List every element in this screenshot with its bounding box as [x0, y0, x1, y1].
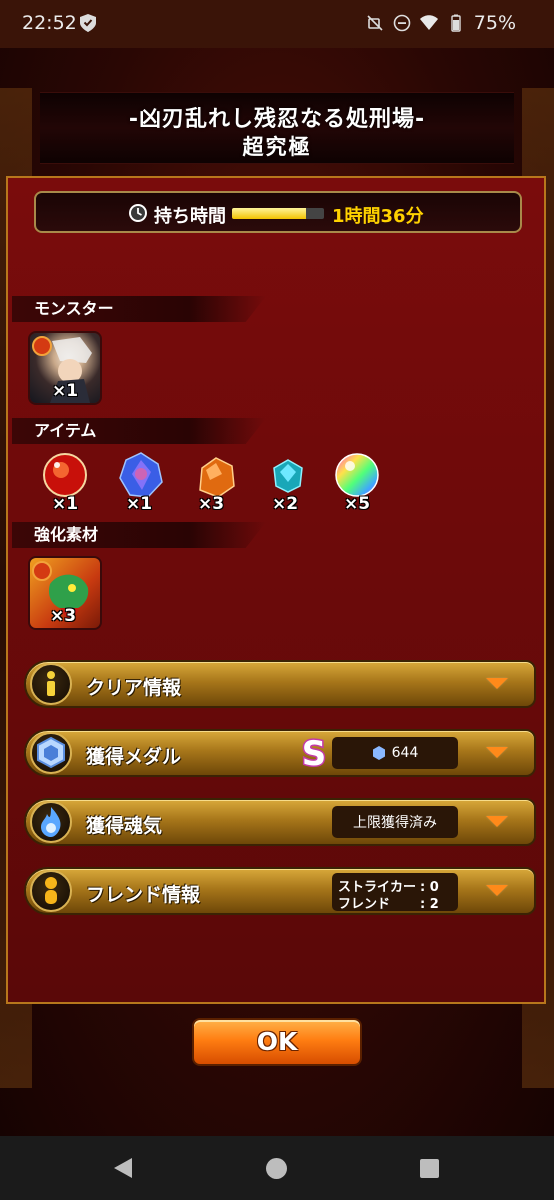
quest-title: -凶刃乱れし残忍なる処刑場-	[128, 107, 426, 132]
medal-count-box: 644	[332, 737, 458, 769]
blue-crystal-icon[interactable]	[118, 452, 164, 498]
item-qty-4: ×2	[272, 494, 299, 514]
red-orb-icon[interactable]	[42, 452, 88, 498]
friend-info-label: フレンド情報	[86, 884, 201, 906]
result-panel: 持ち時間 1時間36分 モンスター ×1 アイテム ×1 ×1 ×3 ×2 ×5…	[6, 176, 546, 1004]
chevron-down-icon[interactable]	[486, 678, 508, 689]
time-limit-bar-fill	[232, 208, 306, 219]
friend-info-row[interactable]: フレンド情報 ストライカー: 0 フレンド: 2	[24, 867, 536, 915]
friend-label: フレンド	[338, 897, 391, 912]
ok-button[interactable]: OK	[192, 1018, 362, 1066]
rank-letter: S	[302, 734, 327, 772]
recents-icon[interactable]	[420, 1159, 439, 1178]
rainbow-orb-icon[interactable]	[334, 452, 380, 498]
friend-icon	[30, 870, 72, 912]
friend-value: 2	[429, 897, 439, 912]
monster-qty: ×1	[52, 381, 79, 401]
item-qty-3: ×3	[198, 494, 225, 514]
clock-icon	[129, 204, 147, 222]
result-screen: -凶刃乱れし残忍なる処刑場- 超究極 持ち時間 1時間36分 モンスター ×1 …	[0, 48, 554, 1136]
material-qty: ×3	[50, 606, 77, 626]
time-limit-row: 持ち時間 1時間36分	[34, 191, 522, 233]
medal-count: 644	[391, 745, 419, 761]
section-header-item: アイテム	[12, 418, 266, 444]
chevron-down-icon[interactable]	[486, 747, 508, 758]
battery-icon	[451, 14, 461, 32]
shield-icon	[80, 14, 96, 32]
soul-status: 上限獲得済み	[353, 815, 437, 831]
chevron-down-icon[interactable]	[486, 885, 508, 896]
medal-icon	[30, 732, 72, 774]
section-header-monster: モンスター	[12, 296, 266, 322]
medal-label: 獲得メダル	[86, 746, 182, 768]
clear-info-row[interactable]: クリア情報	[24, 660, 536, 708]
section-header-material: 強化素材	[12, 522, 266, 548]
android-nav-bar	[0, 1136, 554, 1200]
material-thumbnail[interactable]: ×3	[30, 558, 100, 628]
time-limit-value: 1時間36分	[332, 206, 424, 227]
status-bar: 22:52 75%	[0, 0, 554, 48]
info-icon	[30, 663, 72, 705]
monster-thumbnail[interactable]: ×1	[30, 333, 100, 403]
friend-count-box: ストライカー: 0 フレンド: 2	[332, 873, 458, 912]
item-qty-2: ×1	[126, 494, 153, 514]
time-limit-label: 持ち時間	[154, 206, 226, 227]
quest-difficulty: 超究極	[242, 135, 312, 159]
soul-label: 獲得魂気	[86, 815, 163, 837]
clear-info-label: クリア情報	[86, 677, 182, 699]
dnd-icon	[393, 14, 411, 32]
soul-row[interactable]: 獲得魂気 上限獲得済み	[24, 798, 536, 846]
mute-icon	[367, 15, 383, 31]
battery-percent: 75%	[473, 12, 516, 34]
home-icon[interactable]	[266, 1158, 287, 1179]
medal-small-icon	[372, 746, 385, 760]
quest-title-banner: -凶刃乱れし残忍なる処刑場- 超究極	[40, 92, 514, 164]
teal-gem-icon[interactable]	[270, 458, 306, 494]
soul-status-box: 上限獲得済み	[332, 806, 458, 838]
chevron-down-icon[interactable]	[486, 816, 508, 827]
item-qty-5: ×5	[344, 494, 371, 514]
soul-flame-icon	[30, 801, 72, 843]
s-rank-badge: S	[300, 734, 328, 772]
wifi-icon	[419, 15, 438, 30]
medal-row[interactable]: 獲得メダル S 644	[24, 729, 536, 777]
status-time: 22:52	[22, 12, 77, 34]
time-limit-bar	[232, 208, 324, 219]
back-icon[interactable]	[114, 1158, 132, 1178]
item-qty-1: ×1	[52, 494, 79, 514]
